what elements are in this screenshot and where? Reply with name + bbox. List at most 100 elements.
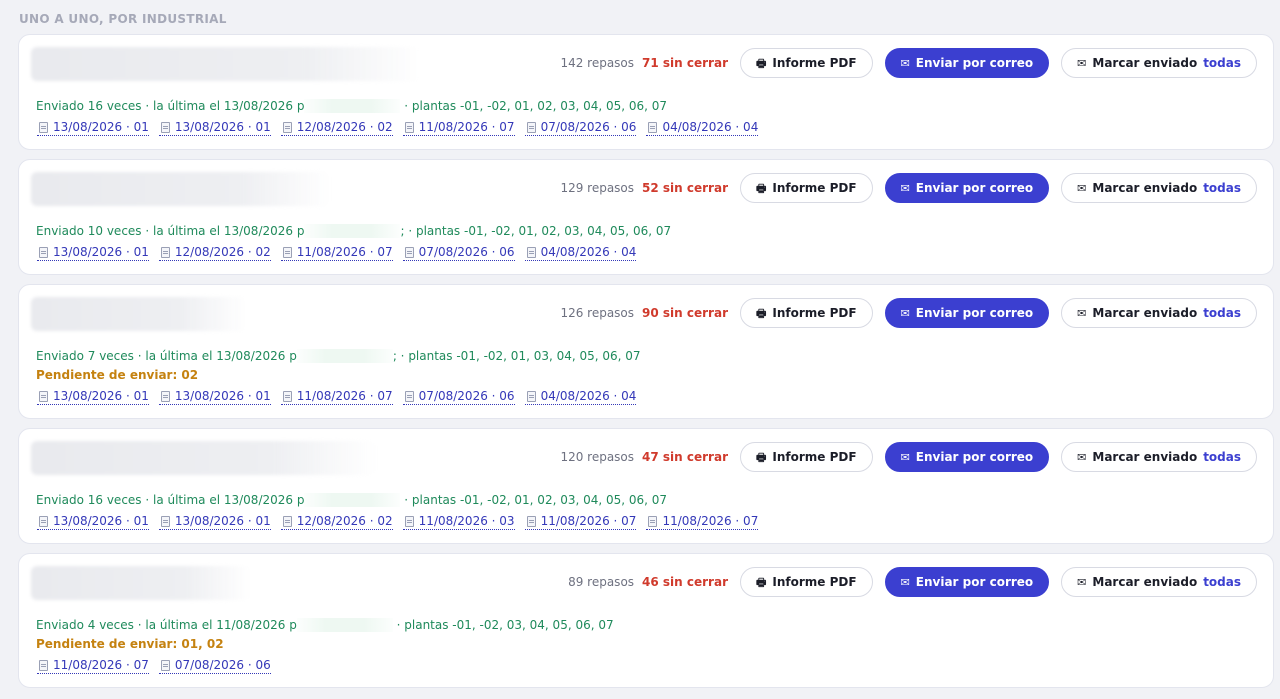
document-icon	[526, 515, 536, 527]
document-icon	[404, 121, 414, 133]
report-pdf-link[interactable]: 13/08/2026 · 01	[37, 245, 149, 261]
report-pdf-link[interactable]: 07/08/2026 · 06	[524, 120, 637, 136]
mark-sent-all-button[interactable]: ✉ Marcar enviado todas	[1061, 567, 1257, 597]
send-email-button[interactable]: ✉ Enviar por correo	[884, 48, 1050, 78]
send-email-button[interactable]: ✉ Enviar por correo	[884, 567, 1050, 597]
mark-sent-label: Marcar enviado	[1092, 56, 1198, 70]
report-link-label: 13/08/2026 · 01	[53, 245, 149, 259]
report-pdf-link[interactable]: 11/08/2026 · 07	[646, 514, 759, 530]
sent-status-plantas: · plantas -01, -02, 03, 04, 05, 06, 07	[392, 618, 614, 632]
report-pdf-link[interactable]: 11/08/2026 · 07	[280, 389, 393, 405]
pdf-report-button[interactable]: 🖶 Informe PDF	[740, 442, 873, 472]
card-actions: 126 repasos 90 sin cerrar 🖶 Informe PDF …	[560, 298, 1257, 328]
repasos-count: 129 repasos	[560, 181, 635, 195]
report-pdf-link[interactable]: 11/08/2026 · 07	[280, 245, 393, 261]
industrial-name-redacted	[31, 441, 376, 475]
report-link-label: 11/08/2026 · 07	[418, 120, 515, 134]
document-icon	[282, 246, 292, 258]
report-link-label: 13/08/2026 · 01	[53, 120, 149, 134]
report-pdf-link[interactable]: 13/08/2026 · 01	[37, 389, 149, 405]
report-pdf-link[interactable]: 07/08/2026 · 06	[402, 389, 515, 405]
industrial-card: 129 repasos 52 sin cerrar 🖶 Informe PDF …	[18, 159, 1274, 275]
industrial-card: 120 repasos 47 sin cerrar 🖶 Informe PDF …	[18, 428, 1274, 544]
mark-sent-all-button[interactable]: ✉ Marcar enviado todas	[1061, 442, 1257, 472]
industrial-name-redacted	[31, 47, 421, 81]
document-icon	[282, 390, 292, 402]
report-pdf-link[interactable]: 13/08/2026 · 01	[37, 120, 149, 136]
pdf-report-button[interactable]: 🖶 Informe PDF	[740, 298, 873, 328]
report-link-label: 11/08/2026 · 03	[418, 514, 515, 528]
document-icon	[404, 515, 414, 527]
report-pdf-link[interactable]: 13/08/2026 · 01	[158, 120, 271, 136]
report-pdf-link[interactable]: 11/08/2026 · 07	[524, 514, 637, 530]
sent-status-text: Enviado 10 veces · la última el 13/08/20…	[36, 224, 305, 238]
report-pdf-link[interactable]: 04/08/2026 · 04	[646, 120, 759, 136]
pdf-report-button[interactable]: 🖶 Informe PDF	[740, 48, 873, 78]
report-pdf-link[interactable]: 04/08/2026 · 04	[524, 245, 637, 261]
report-link-label: 12/08/2026 · 02	[296, 120, 393, 134]
envelope-icon: ✉	[1077, 181, 1087, 195]
send-email-button[interactable]: ✉ Enviar por correo	[884, 298, 1050, 328]
report-link-label: 11/08/2026 · 07	[540, 514, 637, 528]
industrial-name-redacted	[31, 566, 251, 600]
document-icon	[282, 121, 292, 133]
recipient-redacted	[304, 99, 401, 113]
pdf-report-label: Informe PDF	[772, 450, 857, 464]
report-links: 13/08/2026 · 01 13/08/2026 · 01 11/08/2026…	[37, 389, 637, 405]
mark-sent-all-button[interactable]: ✉ Marcar enviado todas	[1061, 298, 1257, 328]
report-link-label: 07/08/2026 · 06	[418, 245, 515, 259]
recipient-redacted	[296, 618, 393, 632]
envelope-icon: ✉	[1077, 306, 1087, 320]
report-link-label: 13/08/2026 · 01	[53, 389, 149, 403]
card-actions: 142 repasos 71 sin cerrar 🖶 Informe PDF …	[560, 48, 1257, 78]
document-icon	[404, 390, 414, 402]
report-pdf-link[interactable]: 11/08/2026 · 07	[37, 658, 149, 674]
recipient-redacted	[304, 224, 401, 238]
sent-status-plantas: ; · plantas -01, -02, 01, 02, 03, 04, 05…	[400, 224, 672, 238]
report-pdf-link[interactable]: 12/08/2026 · 02	[280, 514, 393, 530]
envelope-icon: ✉	[900, 575, 910, 589]
sent-status: Enviado 4 veces · la última el 11/08/202…	[36, 618, 614, 632]
sent-status-plantas: · plantas -01, -02, 01, 02, 03, 04, 05, …	[400, 99, 668, 113]
pdf-report-label: Informe PDF	[772, 575, 857, 589]
report-link-label: 04/08/2026 · 04	[540, 389, 637, 403]
document-icon	[39, 659, 48, 671]
pdf-report-button[interactable]: 🖶 Informe PDF	[740, 173, 873, 203]
report-pdf-link[interactable]: 13/08/2026 · 01	[158, 514, 271, 530]
mark-sent-all-label: todas	[1203, 56, 1241, 70]
pdf-report-button[interactable]: 🖶 Informe PDF	[740, 567, 873, 597]
send-email-label: Enviar por correo	[915, 56, 1034, 70]
report-links: 11/08/2026 · 07 07/08/2026 · 06	[37, 658, 271, 674]
pdf-report-label: Informe PDF	[772, 181, 857, 195]
mark-sent-all-label: todas	[1203, 181, 1241, 195]
report-pdf-link[interactable]: 11/08/2026 · 03	[402, 514, 515, 530]
printer-icon: 🖶	[756, 306, 767, 320]
send-email-button[interactable]: ✉ Enviar por correo	[884, 173, 1050, 203]
report-pdf-link[interactable]: 12/08/2026 · 02	[158, 245, 271, 261]
report-pdf-link[interactable]: 12/08/2026 · 02	[280, 120, 393, 136]
report-pdf-link[interactable]: 04/08/2026 · 04	[524, 389, 637, 405]
mark-sent-all-button[interactable]: ✉ Marcar enviado todas	[1061, 173, 1257, 203]
report-pdf-link[interactable]: 13/08/2026 · 01	[37, 514, 149, 530]
report-link-label: 04/08/2026 · 04	[540, 245, 637, 259]
report-link-label: 12/08/2026 · 02	[296, 514, 393, 528]
report-pdf-link[interactable]: 11/08/2026 · 07	[402, 120, 515, 136]
report-links: 13/08/2026 · 01 12/08/2026 · 02 11/08/2026…	[37, 245, 637, 261]
sent-status-plantas: ; · plantas -01, -02, 01, 03, 04, 05, 06…	[392, 349, 641, 363]
document-icon	[160, 659, 170, 671]
report-pdf-link[interactable]: 13/08/2026 · 01	[158, 389, 271, 405]
send-email-button[interactable]: ✉ Enviar por correo	[884, 442, 1050, 472]
document-icon	[160, 390, 170, 402]
recipient-redacted	[304, 493, 401, 507]
document-icon	[404, 246, 414, 258]
report-pdf-link[interactable]: 07/08/2026 · 06	[402, 245, 515, 261]
report-link-label: 07/08/2026 · 06	[418, 389, 515, 403]
industrial-name-redacted	[31, 297, 246, 331]
recipient-redacted	[296, 349, 393, 363]
sent-status-text: Enviado 16 veces · la última el 13/08/20…	[36, 493, 305, 507]
send-email-label: Enviar por correo	[915, 306, 1034, 320]
pdf-report-label: Informe PDF	[772, 306, 857, 320]
report-pdf-link[interactable]: 07/08/2026 · 06	[158, 658, 271, 674]
mark-sent-all-button[interactable]: ✉ Marcar enviado todas	[1061, 48, 1257, 78]
document-icon	[39, 246, 48, 258]
